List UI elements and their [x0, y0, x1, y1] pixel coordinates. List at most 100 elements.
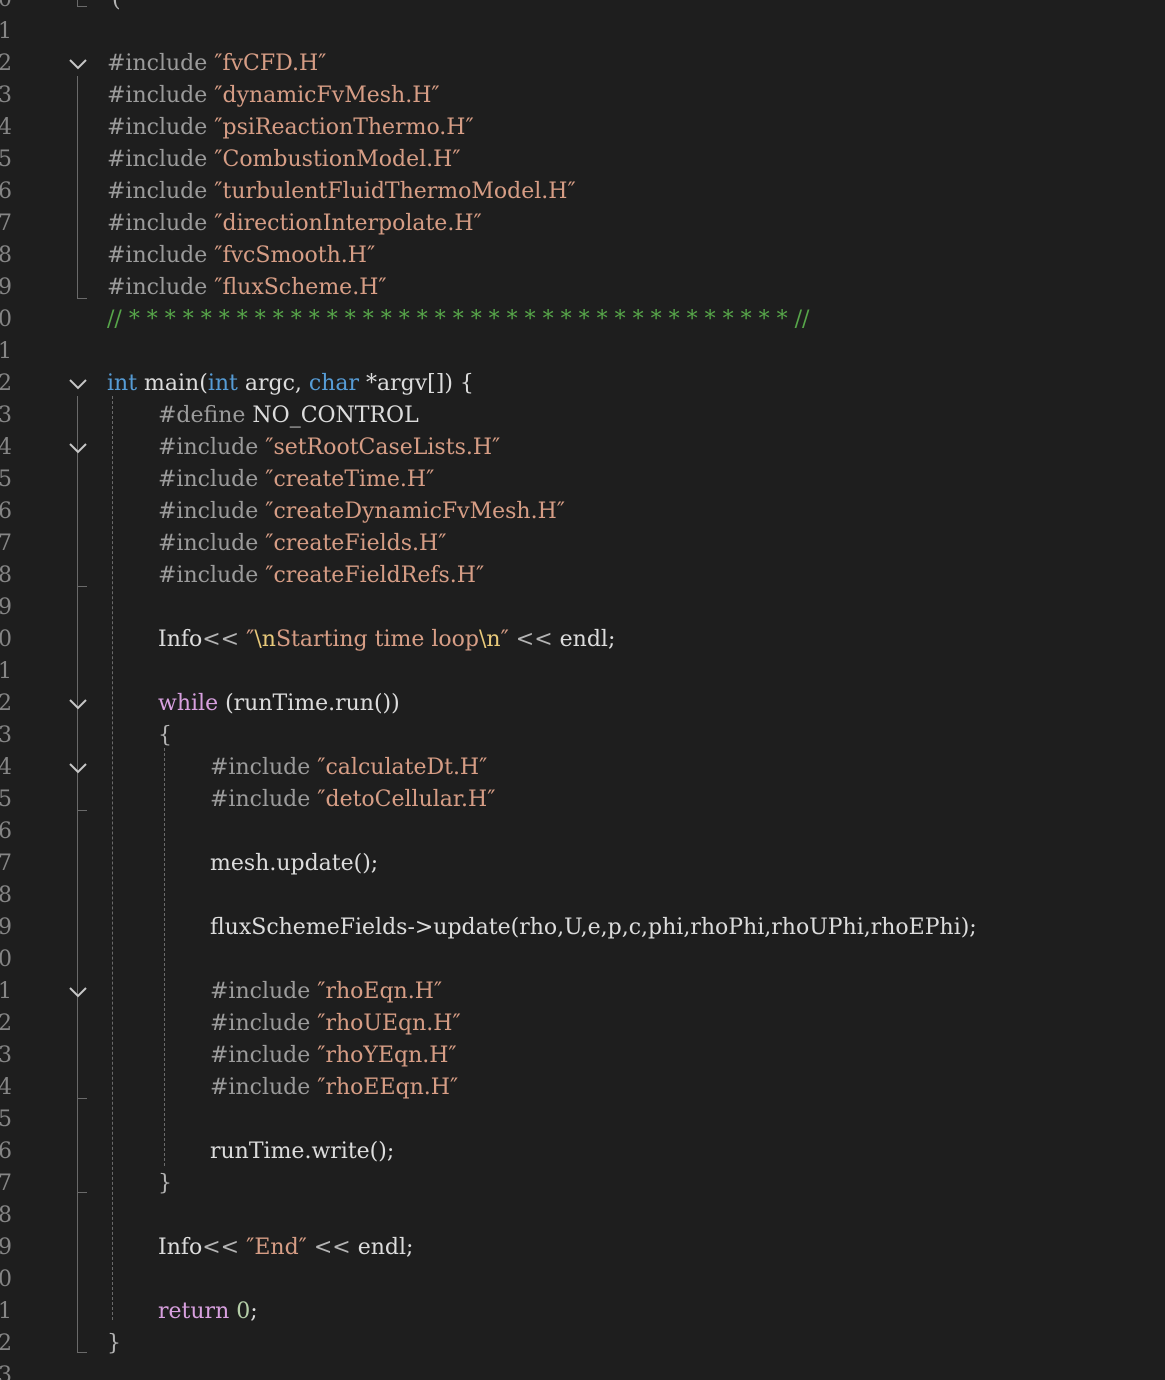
code-line[interactable]: 0 // * * * * * * * * * * * * * * * * * * …	[0, 304, 1165, 336]
line-number: 2	[0, 51, 12, 76]
code-token: NO_CONTROL	[252, 403, 419, 428]
fold-chevron-down-icon[interactable]	[66, 692, 90, 716]
code-text: #include ″dynamicFvMesh.H″	[107, 80, 440, 112]
code-line[interactable]: 6 runTime.write();	[0, 1136, 1165, 1168]
code-line[interactable]: 7 #include ″directionInterpolate.H″	[0, 208, 1165, 240]
code-line[interactable]: 1 #include ″rhoEqn.H″	[0, 976, 1165, 1008]
code-line[interactable]: 0	[0, 1264, 1165, 1296]
code-editor[interactable]: 0(12#include ″fvCFD.H″3#include ″dynamic…	[0, 0, 1165, 1380]
code-line[interactable]: 4 #include ″setRootCaseLists.H″	[0, 432, 1165, 464]
code-token: ″createDynamicFvMesh.H″	[265, 499, 565, 524]
code-text: #define NO_CONTROL	[158, 400, 419, 432]
code-token: \n	[478, 627, 501, 652]
code-text: #include ″rhoYEqn.H″	[210, 1040, 457, 1072]
code-token: ″fvCFD.H″	[214, 51, 327, 76]
code-token: ″turbulentFluidThermoModel.H″	[214, 179, 576, 204]
code-line[interactable]: 3 #define NO_CONTROL	[0, 400, 1165, 432]
code-line[interactable]: 2 while (runTime.run())	[0, 688, 1165, 720]
code-token: while	[158, 691, 219, 716]
code-token: #include	[158, 467, 266, 492]
code-line[interactable]: 5 #include ″detoCellular.H″	[0, 784, 1165, 816]
code-token: ″rhoUEqn.H″	[317, 1011, 461, 1036]
code-line[interactable]: 0(	[0, 0, 1165, 16]
code-line[interactable]: 1	[0, 336, 1165, 368]
fold-chevron-down-icon[interactable]	[66, 436, 90, 460]
code-line[interactable]: 5 #include ″CombustionModel.H″	[0, 144, 1165, 176]
code-line[interactable]: 9 Info<< ″End″ << endl;	[0, 1232, 1165, 1264]
code-line[interactable]: 2 int main(int argc, char *argv[]) {	[0, 368, 1165, 400]
line-number: 0	[0, 947, 12, 972]
code-line[interactable]: 8 #include ″createFieldRefs.H″	[0, 560, 1165, 592]
code-text: #include ″createFields.H″	[158, 528, 446, 560]
code-text: }	[158, 1168, 172, 1200]
code-line[interactable]: 0 Info<< ″\nStarting time loop\n″ << endl…	[0, 624, 1165, 656]
code-line[interactable]: 2 #include ″fvCFD.H″	[0, 48, 1165, 80]
code-token: // * * * * * * * * * * * * * * * * * * *…	[107, 307, 810, 332]
code-line[interactable]: 7}	[0, 1168, 1165, 1200]
line-number: 3	[0, 723, 12, 748]
code-token: #include	[107, 115, 215, 140]
code-token: Info	[158, 1235, 203, 1260]
code-line[interactable]: 6	[0, 816, 1165, 848]
code-text: runTime.write();	[210, 1136, 394, 1168]
code-text: {	[158, 720, 172, 752]
code-line[interactable]: 3 #include ″dynamicFvMesh.H″	[0, 80, 1165, 112]
code-line[interactable]: 5 #include ″createTime.H″	[0, 464, 1165, 496]
code-line[interactable]: 9 fluxSchemeFields->update(rho,U,e,p,c,ph…	[0, 912, 1165, 944]
fold-chevron-down-icon[interactable]	[66, 756, 90, 780]
code-token: main(	[137, 371, 208, 396]
line-number: 7	[0, 531, 12, 556]
fold-chevron-down-icon[interactable]	[66, 52, 90, 76]
code-line[interactable]: 8 #include ″fvcSmooth.H″	[0, 240, 1165, 272]
line-number: 6	[0, 1139, 12, 1164]
line-number: 8	[0, 563, 12, 588]
code-text: #include ″psiReactionThermo.H″	[107, 112, 474, 144]
code-line[interactable]: 1	[0, 16, 1165, 48]
line-number: 5	[0, 147, 12, 172]
code-token: <<	[306, 1235, 358, 1260]
line-number: 0	[0, 307, 12, 332]
code-text: #include ″rhoEqn.H″	[210, 976, 442, 1008]
code-token: int	[207, 371, 238, 396]
code-line[interactable]: 6 #include ″turbulentFluidThermoModel.H″	[0, 176, 1165, 208]
code-token: }	[107, 1331, 121, 1356]
code-line[interactable]: 2}	[0, 1328, 1165, 1360]
line-number: 2	[0, 1011, 12, 1036]
line-number: 0	[0, 0, 12, 16]
line-number: 8	[0, 1203, 12, 1228]
code-line[interactable]: 8	[0, 880, 1165, 912]
code-line[interactable]: 3{	[0, 720, 1165, 752]
code-text: #include ″fluxScheme.H″	[107, 272, 387, 304]
code-text: fluxSchemeFields->update(rho,U,e,p,c,phi…	[210, 912, 977, 944]
code-line[interactable]: 1	[0, 656, 1165, 688]
code-token: #include	[107, 211, 215, 236]
code-line[interactable]: 4 #include ″rhoEEqn.H″	[0, 1072, 1165, 1104]
code-line[interactable]: 6 #include ″createDynamicFvMesh.H″	[0, 496, 1165, 528]
code-line[interactable]: 7 mesh.update();	[0, 848, 1165, 880]
code-line[interactable]: 9	[0, 592, 1165, 624]
code-line[interactable]: 3 #include ″rhoYEqn.H″	[0, 1040, 1165, 1072]
code-token: <<	[508, 627, 560, 652]
code-line[interactable]: 2 #include ″rhoUEqn.H″	[0, 1008, 1165, 1040]
code-text: while (runTime.run())	[158, 688, 400, 720]
code-line[interactable]: 0	[0, 944, 1165, 976]
code-line[interactable]: 4 #include ″psiReactionThermo.H″	[0, 112, 1165, 144]
code-token: #include	[158, 435, 266, 460]
fold-chevron-down-icon[interactable]	[66, 980, 90, 1004]
line-number: 4	[0, 1075, 12, 1100]
code-line[interactable]: 4 #include ″calculateDt.H″	[0, 752, 1165, 784]
code-token: #include	[107, 147, 215, 172]
code-line[interactable]: 8	[0, 1200, 1165, 1232]
code-token: ″directionInterpolate.H″	[214, 211, 482, 236]
fold-chevron-down-icon[interactable]	[66, 372, 90, 396]
line-number: 8	[0, 243, 12, 268]
code-text: #include ″createDynamicFvMesh.H″	[158, 496, 565, 528]
code-line[interactable]: 3	[0, 1360, 1165, 1380]
line-number: 2	[0, 691, 12, 716]
code-line[interactable]: 5	[0, 1104, 1165, 1136]
code-line[interactable]: 9 #include ″fluxScheme.H″	[0, 272, 1165, 304]
code-line[interactable]: 1 return 0;	[0, 1296, 1165, 1328]
code-line[interactable]: 7 #include ″createFields.H″	[0, 528, 1165, 560]
code-token: ″End″	[246, 1235, 307, 1260]
code-token: #include	[210, 787, 318, 812]
